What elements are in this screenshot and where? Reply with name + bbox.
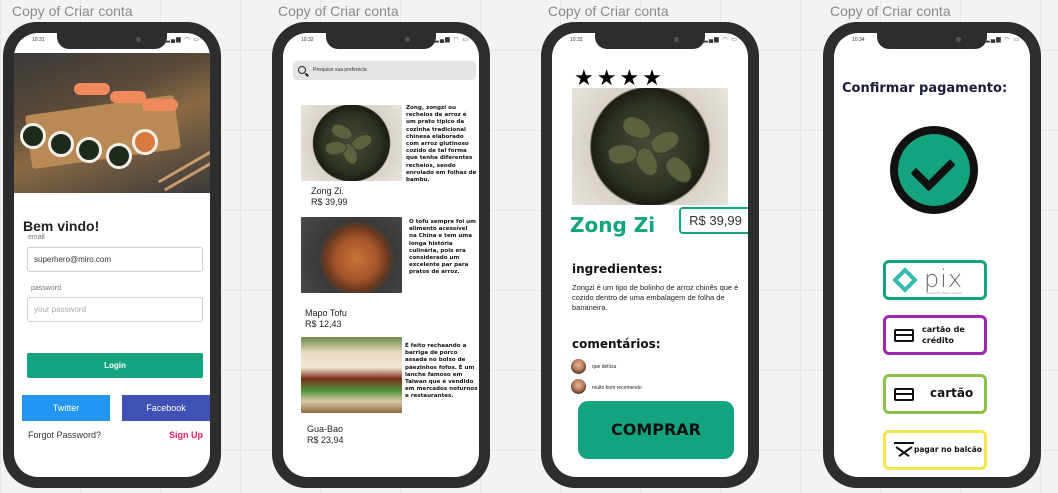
login-button[interactable]: Login — [27, 353, 203, 378]
pix-label: pix — [924, 265, 964, 293]
phone-notch — [595, 33, 705, 49]
sign-up-link[interactable]: Sign Up — [169, 430, 203, 440]
pix-button[interactable]: pix powered by Banco Central — [883, 260, 987, 300]
password-field[interactable]: your password — [27, 297, 203, 322]
gua-bao-image[interactable] — [301, 337, 402, 413]
search-input[interactable]: Pesquise sua preferecia — [293, 61, 476, 80]
email-field[interactable]: superhero@miro.com — [27, 247, 203, 272]
counter-icon — [894, 442, 914, 456]
frame-label: Copy of Criar conta — [548, 3, 669, 19]
frame-label: Copy of Criar conta — [278, 3, 399, 19]
dish-description: Zong, zongzi ou recheios de arroz é um p… — [406, 105, 477, 184]
ingredients-text: Zongzi é um tipo de bolinho de arroz chi… — [572, 283, 739, 312]
phone-notch — [57, 33, 167, 49]
status-time: 10:32 — [301, 37, 314, 43]
dish-price: R$ 23,94 — [307, 435, 344, 445]
status-icons: ▂▄▆ ◠ ▭ — [985, 37, 1020, 43]
phone-menu: 10:32 ▂▄▆ ◠ ▭ Pesquise sua preferecia Zo… — [272, 22, 490, 488]
phone-detail: 10:33 ▂▄▆ ◠ ▭ ★★★★ Zong Zi R$ 39,99 ingr… — [541, 22, 759, 488]
pix-logo-icon — [892, 267, 918, 293]
dish-name[interactable]: Gua-Bao — [307, 424, 343, 434]
credit-card-label: cartão de crédito — [922, 325, 965, 345]
status-icons: ▂▄▆ ◠ ▭ — [165, 37, 200, 43]
status-icons: ▂▄▆ ◠ ▭ — [703, 37, 738, 43]
frame-label: Copy of Criar conta — [12, 3, 133, 19]
facebook-button[interactable]: Facebook — [122, 395, 210, 421]
comments-heading: comentários: — [572, 337, 661, 351]
dish-price: R$ 12,43 — [305, 319, 342, 329]
phone-login: 10:31 ▂▄▆ ◠ ▭ Bem vindo! email superhero… — [3, 22, 221, 488]
phone-payment: 10:34 ▂▄▆ ◠ ▭ Confirmar pagamento: pix p… — [823, 22, 1041, 488]
payment-screen: 10:34 ▂▄▆ ◠ ▭ Confirmar pagamento: pix p… — [834, 33, 1030, 477]
search-icon[interactable] — [293, 61, 312, 80]
dish-name[interactable]: Mapo Tofu — [305, 308, 347, 318]
status-icons: ▂▄▆ ◠ ▭ — [434, 37, 469, 43]
card-button[interactable]: cartão — [883, 374, 987, 414]
card-label: cartão — [930, 386, 974, 400]
dish-title: Zong Zi — [570, 213, 656, 237]
comment-text: que delícia — [592, 364, 617, 370]
pay-at-counter-button[interactable]: pagar no balcão — [883, 430, 987, 470]
login-screen: 10:31 ▂▄▆ ◠ ▭ Bem vindo! email superhero… — [14, 33, 210, 477]
welcome-title: Bem vindo! — [23, 218, 100, 234]
dish-description: O tofu sempre foi um alimento acessível … — [409, 219, 476, 276]
pix-sub-label: powered by Banco Central — [926, 291, 962, 295]
status-time: 10:34 — [852, 37, 865, 43]
payment-title: Confirmar pagamento: — [842, 81, 1008, 96]
avatar — [571, 379, 586, 394]
ingredients-heading: ingredientes: — [572, 262, 663, 276]
card-icon — [894, 388, 914, 401]
dish-name[interactable]: Zong Zi. — [311, 186, 344, 196]
mapo-tofu-image[interactable] — [301, 217, 402, 293]
price-box: R$ 39,99 — [679, 207, 748, 234]
sushi-hero-image — [14, 53, 210, 193]
status-time: 10:31 — [32, 37, 45, 43]
forgot-password-link[interactable]: Forgot Password? — [28, 430, 101, 440]
avatar — [571, 359, 586, 374]
email-label: email — [28, 234, 45, 241]
dish-description: É feito recheando a barriga de porco ass… — [405, 343, 478, 400]
dish-price: R$ 39,99 — [311, 197, 348, 207]
zongzi-image[interactable] — [301, 105, 402, 181]
password-label: password — [31, 285, 61, 292]
detail-screen: 10:33 ▂▄▆ ◠ ▭ ★★★★ Zong Zi R$ 39,99 ingr… — [552, 33, 748, 477]
twitter-button[interactable]: Twitter — [22, 395, 110, 421]
pay-at-counter-label: pagar no balcão — [914, 445, 982, 454]
phone-notch — [326, 33, 436, 49]
frame-label: Copy of Criar conta — [830, 3, 951, 19]
check-circle-icon — [890, 126, 978, 214]
status-time: 10:33 — [570, 37, 583, 43]
menu-screen: 10:32 ▂▄▆ ◠ ▭ Pesquise sua preferecia Zo… — [283, 33, 479, 477]
comment-text: muito bom recomendo — [592, 385, 642, 391]
zongzi-detail-image — [572, 88, 728, 205]
buy-button[interactable]: COMPRAR — [578, 401, 734, 459]
credit-card-button[interactable]: cartão de crédito — [883, 315, 987, 355]
phone-notch — [877, 33, 987, 49]
credit-card-icon — [894, 329, 914, 342]
